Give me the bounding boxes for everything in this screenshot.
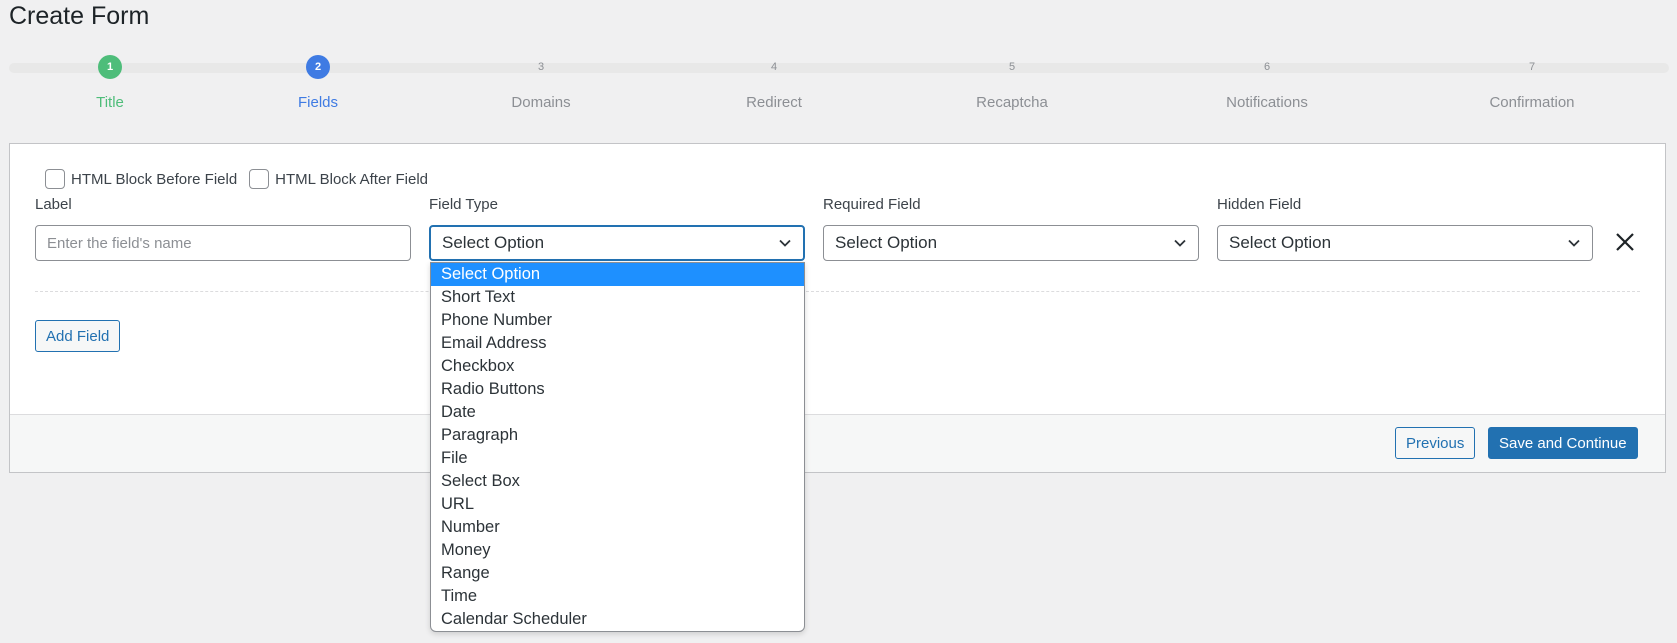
step-title[interactable]: 1 Title [30,55,190,111]
page-title: Create Form [9,2,150,30]
dropdown-option[interactable]: URL [431,493,804,516]
dropdown-option[interactable]: Calendar Scheduler [431,608,804,631]
field-type-value: Select Option [442,233,545,252]
field-type-label: Field Type [429,196,498,213]
required-field-select[interactable]: Select Option [823,225,1199,261]
save-and-continue-button[interactable]: Save and Continue [1488,427,1638,459]
step-label: Title [96,94,124,111]
dropdown-option[interactable]: Money [431,539,804,562]
form-card: HTML Block Before Field HTML Block After… [9,143,1666,473]
dropdown-option[interactable]: Range [431,562,804,585]
step-recaptcha[interactable]: 5 Recaptcha [932,55,1092,111]
html-before-checkbox[interactable] [45,169,65,189]
dropdown-option[interactable]: Email Address [431,332,804,355]
html-before-label: HTML Block Before Field [71,170,238,188]
dropdown-option[interactable]: File [431,447,804,470]
step-notifications[interactable]: 6 Notifications [1187,55,1347,111]
step-number: 5 [1008,61,1016,73]
hidden-field-select[interactable]: Select Option [1217,225,1593,261]
label-field-label: Label [35,196,72,213]
dropdown-option[interactable]: Phone Number [431,309,804,332]
field-type-dropdown-list: Select Option Short Text Phone Number Em… [430,262,805,632]
step-number: 2 [306,55,330,79]
step-number: 6 [1263,61,1271,73]
dropdown-option[interactable]: Radio Buttons [431,378,804,401]
step-label: Domains [511,94,571,111]
card-footer: Previous Save and Continue [10,414,1665,472]
step-label: Recaptcha [976,94,1048,111]
required-field-value: Select Option [835,233,938,252]
previous-button[interactable]: Previous [1395,427,1476,459]
dropdown-option[interactable]: Select Option [431,263,804,286]
chevron-down-icon [779,239,791,247]
label-input-placeholder: Enter the field's name [47,234,192,252]
html-block-options: HTML Block Before Field HTML Block After… [45,169,440,189]
dropdown-option[interactable]: Select Box [431,470,804,493]
chevron-down-icon [1174,239,1186,247]
step-domains[interactable]: 3 Domains [461,55,621,111]
step-label: Confirmation [1489,94,1575,111]
add-field-button[interactable]: Add Field [35,320,121,352]
step-number: 1 [98,55,122,79]
step-redirect[interactable]: 4 Redirect [694,55,854,111]
html-after-label: HTML Block After Field [275,170,428,188]
dropdown-option[interactable]: Short Text [431,286,804,309]
divider [35,291,1640,292]
html-after-option[interactable]: HTML Block After Field [249,169,428,189]
field-type-select[interactable]: Select Option [429,225,805,261]
dropdown-option[interactable]: Checkbox [431,355,804,378]
step-confirmation[interactable]: 7 Confirmation [1452,55,1612,111]
html-after-checkbox[interactable] [249,169,270,189]
label-input[interactable]: Enter the field's name [35,225,411,261]
hidden-field-label: Hidden Field [1217,196,1302,213]
step-number: 4 [770,61,778,73]
dropdown-option[interactable]: Number [431,516,804,539]
step-label: Fields [297,94,338,111]
dropdown-option[interactable]: Date [431,401,804,424]
required-field-label: Required Field [823,196,921,213]
hidden-field-value: Select Option [1229,233,1332,252]
close-icon[interactable] [1613,230,1637,254]
dropdown-option[interactable]: Paragraph [431,424,804,447]
step-number: 3 [537,61,545,73]
step-label: Redirect [746,94,802,111]
dropdown-option[interactable]: Time [431,585,804,608]
chevron-down-icon [1568,239,1580,247]
step-label: Notifications [1226,94,1308,111]
step-fields[interactable]: 2 Fields [238,55,398,111]
html-before-option[interactable]: HTML Block Before Field [45,169,237,189]
step-number: 7 [1528,61,1536,73]
